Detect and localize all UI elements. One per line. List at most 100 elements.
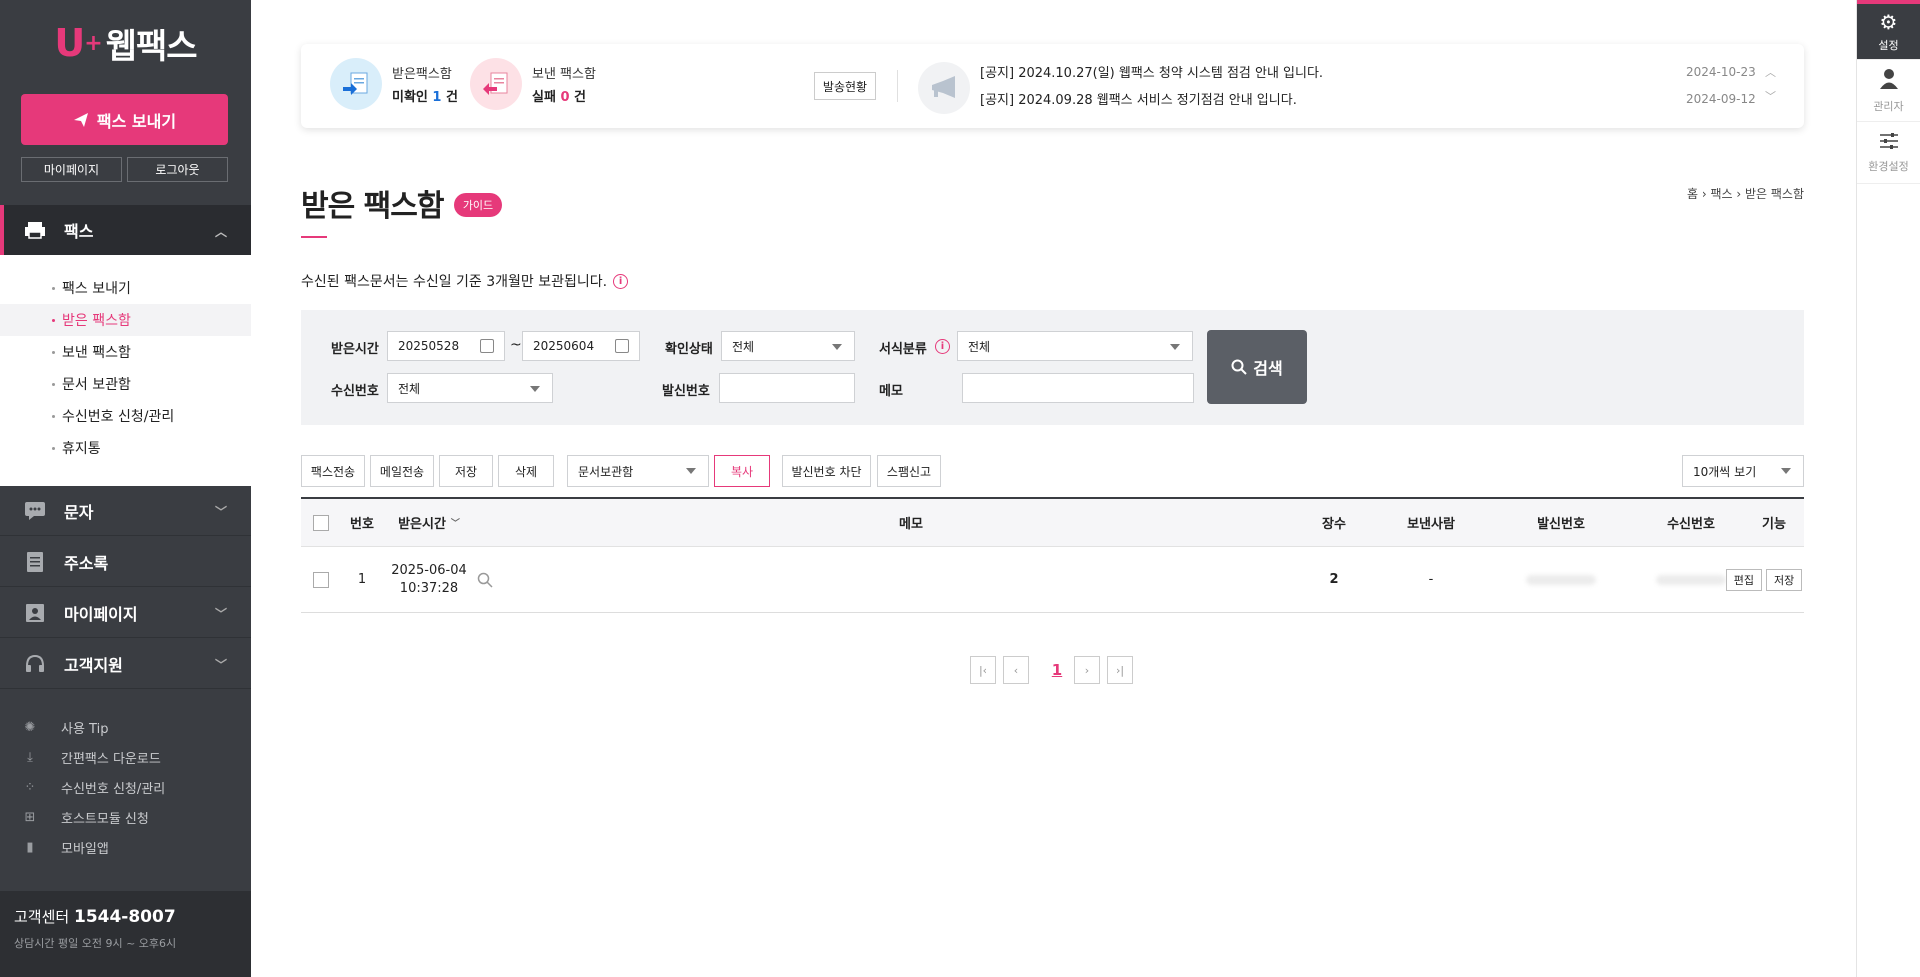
table-header: 번호 받은시간 ﹀ 메모 장수 보낸사람 발신번호 수신번호 기능 [301,497,1804,547]
confirm-status-label: 확인상태 [665,342,713,357]
first-page-button[interactable]: |‹ [970,656,996,684]
send-icon [73,112,88,127]
select-all-checkbox[interactable] [313,514,329,531]
info-icon[interactable]: i [613,273,629,289]
col-received-time[interactable]: 받은시간 ﹀ [389,499,469,546]
row-sender: - [1428,572,1434,587]
mobile-icon: ▮ [26,839,34,855]
prev-page-button[interactable]: ‹ [1003,656,1029,684]
dropdown-arrow-icon [832,344,842,350]
table-row[interactable]: 1 2025-06-04 10:37:28 2 - 편집 저장 [301,547,1804,613]
submenu-trash[interactable]: 휴지통 [0,432,251,464]
chevron-down-icon[interactable]: ﹀ [1765,88,1776,104]
preview-search-icon[interactable] [475,547,495,612]
notice-item[interactable]: [공지] 2024.10.27(일) 웹팩스 청약 시스템 점검 안내 입니다. [980,62,1323,81]
extra-download[interactable]: ⤓ 간편팩스 다운로드 [0,742,251,772]
col-recv-number: 수신번호 [1667,517,1715,532]
brand-logo[interactable]: U + 웹팩스 [0,0,251,86]
admin-button[interactable]: 관리자 [1857,60,1920,122]
next-page-button[interactable]: › [1074,656,1100,684]
page-number[interactable]: 1 [1042,656,1072,684]
extra-recv-number[interactable]: ⁘ 수신번호 신청/관리 [0,772,251,802]
page-title: 받은 팩스함 [301,189,444,224]
chat-icon [24,500,46,522]
sidebar-menu-fax[interactable]: 팩스 ︿ [0,205,251,255]
calendar-icon[interactable] [480,339,494,353]
submenu-send-fax[interactable]: 팩스 보내기 [0,272,251,304]
settings-button[interactable]: ⚙ 설정 [1857,0,1920,60]
chevron-up-icon[interactable]: ︿ [1765,64,1776,80]
headset-icon [24,653,46,675]
sender-number-input[interactable] [719,373,855,403]
submenu-received-fax[interactable]: 받은 팩스함 [0,304,251,336]
sidebar-menu-support[interactable]: 고객지원 ﹀ [0,639,251,689]
sidebar-menu-mypage[interactable]: 마이페이지 ﹀ [0,588,251,638]
spam-report-button[interactable]: 스팸신고 [877,455,941,487]
info-icon[interactable]: i [935,339,950,354]
category-select[interactable]: 전체 [957,331,1193,361]
dropdown-arrow-icon [1170,344,1180,350]
breadcrumb: 홈 › 팩스 › 받은 팩스함 [1686,187,1804,201]
breadcrumb-fax[interactable]: 팩스 [1710,187,1732,201]
fax-icon [25,222,45,239]
cs-label: 고객센터 [14,908,70,926]
calendar-icon[interactable] [615,339,629,353]
sidebar-menu-addressbook[interactable]: 주소록 [0,537,251,587]
chevron-down-icon: ﹀ [214,505,227,519]
search-button[interactable]: 검색 [1207,330,1307,404]
cs-phone: 1544-8007 [73,907,176,927]
sender-number-label: 발신번호 [662,384,710,399]
notice-item[interactable]: [공지] 2024.09.28 웹팩스 서비스 정기점검 안내 입니다. [980,89,1297,108]
row-save-button[interactable]: 저장 [1766,568,1803,591]
sent-fax-icon [470,58,522,110]
category-label: 서식분류 [879,342,927,357]
delete-button[interactable]: 삭제 [498,455,554,487]
fax-forward-button[interactable]: 팩스전송 [301,455,365,487]
guide-button[interactable]: 가이드 [454,193,502,217]
extra-mobile-app[interactable]: ▮ 모바일앱 [0,832,251,862]
recv-number-select[interactable]: 전체 [387,373,553,403]
sidebar-menu-sms[interactable]: 문자 ﹀ [0,486,251,536]
addressbook-icon [24,551,46,573]
save-button[interactable]: 저장 [439,455,493,487]
extra-tip[interactable]: ✺ 사용 Tip [0,712,251,742]
retention-info: 수신된 팩스문서는 수신일 기준 3개월만 보관됩니다. i [301,271,629,291]
extra-host-module[interactable]: ⊞ 호스트모듈 신청 [0,802,251,832]
preferences-button[interactable]: 환경설정 [1857,122,1920,184]
row-sender-number [1511,547,1611,612]
sliders-icon [1879,131,1899,155]
submenu-recv-number[interactable]: 수신번호 신청/관리 [0,400,251,432]
confirm-status-select[interactable]: 전체 [721,331,855,361]
breadcrumb-home[interactable]: 홈 [1687,187,1698,201]
main-content: 받은팩스함 미확인 1 건 보낸 팩스함 실패 0 건 발송현황 [공지] 20… [251,0,1856,977]
divider [897,70,898,102]
sent-summary[interactable]: 보낸 팩스함 실패 0 건 [470,58,596,110]
block-sender-button[interactable]: 발신번호 차단 [782,455,871,487]
date-to-input[interactable]: 20250604 [522,331,640,361]
sort-down-icon: ﹀ [450,519,460,529]
user-icon [1879,68,1899,95]
gear-icon: ⚙ [1879,10,1898,34]
date-from-input[interactable]: 20250528 [387,331,505,361]
row-checkbox[interactable] [313,571,329,588]
page-size-select[interactable]: 10개씩 보기 [1682,455,1804,487]
logout-button[interactable]: 로그아웃 [127,157,228,182]
received-summary[interactable]: 받은팩스함 미확인 1 건 [330,58,458,110]
row-pages: 2 [1329,572,1339,587]
memo-input[interactable] [962,373,1194,403]
right-toolbar: ⚙ 설정 관리자 환경설정 [1856,0,1920,977]
mypage-button[interactable]: 마이페이지 [21,157,122,182]
submenu-sent-fax[interactable]: 보낸 팩스함 [0,336,251,368]
submenu-doc-box[interactable]: 문서 보관함 [0,368,251,400]
doc-box-select[interactable]: 문서보관함 [567,455,709,487]
edit-button[interactable]: 편집 [1725,568,1762,591]
last-page-button[interactable]: ›| [1107,656,1133,684]
search-icon [1231,359,1247,375]
grid-icon: ⁘ [24,779,36,795]
chevron-down-icon: ﹀ [214,607,227,621]
send-fax-button[interactable]: 팩스 보내기 [21,94,228,145]
mail-forward-button[interactable]: 메일전송 [370,455,434,487]
send-status-button[interactable]: 발송현황 [814,72,876,100]
copy-button[interactable]: 복사 [714,455,770,487]
user-card-icon [24,602,46,624]
